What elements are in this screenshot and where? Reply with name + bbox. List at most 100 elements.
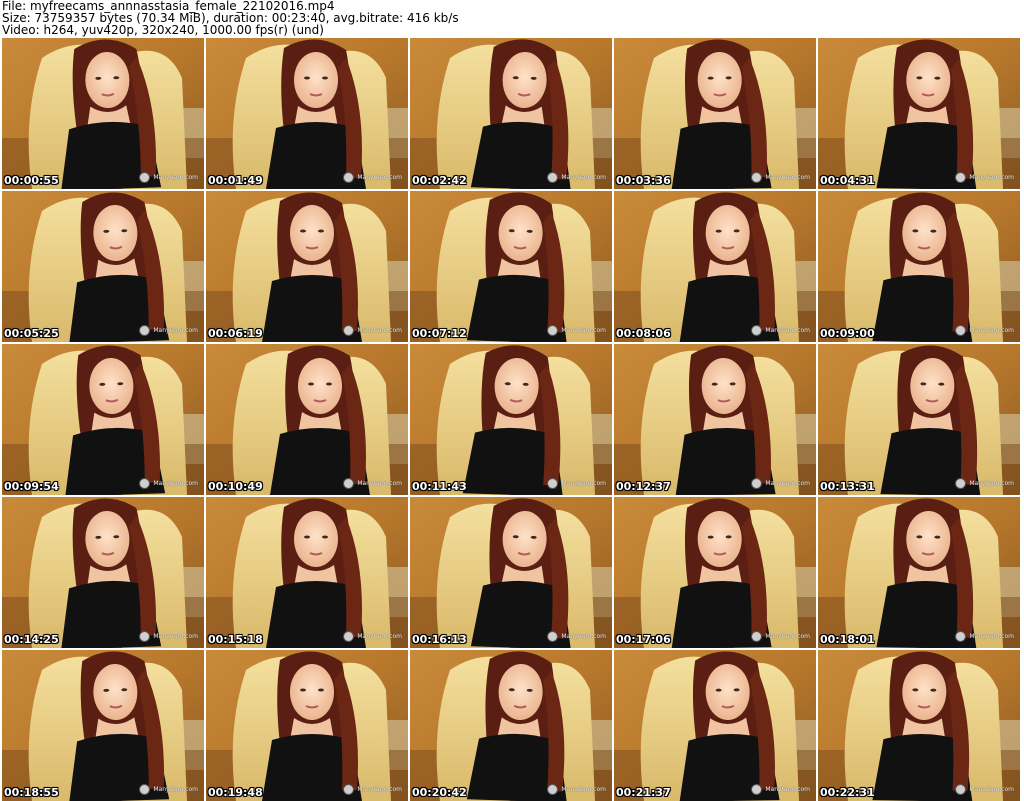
video-thumbnail: ManyCam.com 00:14:25 — [2, 497, 204, 648]
video-thumbnail: ManyCam.com 00:10:49 — [206, 344, 408, 495]
manycam-logo-icon — [343, 784, 355, 795]
video-frame — [614, 38, 816, 189]
video-frame — [2, 344, 204, 495]
watermark-text: ManyCam.com — [357, 480, 402, 487]
thumbnail-timestamp: 00:08:06 — [616, 327, 671, 340]
watermark-text: ManyCam.com — [357, 327, 402, 334]
manycam-logo-icon — [139, 172, 151, 183]
video-frame — [614, 191, 816, 342]
video-thumbnail: ManyCam.com 00:08:06 — [614, 191, 816, 342]
manycam-logo-icon — [547, 631, 559, 642]
watermark: ManyCam.com — [955, 325, 1014, 336]
video-thumbnail: ManyCam.com 00:06:19 — [206, 191, 408, 342]
watermark-text: ManyCam.com — [765, 786, 810, 793]
manycam-logo-icon — [343, 478, 355, 489]
watermark: ManyCam.com — [547, 325, 606, 336]
video-thumbnail: ManyCam.com 00:20:42 — [410, 650, 612, 801]
thumbnail-timestamp: 00:04:31 — [820, 174, 875, 187]
video-frame — [818, 344, 1020, 495]
watermark-text: ManyCam.com — [765, 174, 810, 181]
video-thumbnail: ManyCam.com 00:05:25 — [2, 191, 204, 342]
thumbnail-timestamp: 00:09:00 — [820, 327, 875, 340]
watermark: ManyCam.com — [343, 172, 402, 183]
video-frame — [614, 344, 816, 495]
thumbnail-timestamp: 00:12:37 — [616, 480, 671, 493]
watermark: ManyCam.com — [955, 631, 1014, 642]
watermark: ManyCam.com — [955, 172, 1014, 183]
watermark: ManyCam.com — [751, 784, 810, 795]
thumbnail-timestamp: 00:09:54 — [4, 480, 59, 493]
thumbnail-timestamp: 00:02:42 — [412, 174, 467, 187]
watermark: ManyCam.com — [139, 325, 198, 336]
video-frame — [206, 344, 408, 495]
video-info-line: Video: h264, yuv420p, 320x240, 1000.00 f… — [2, 23, 324, 37]
watermark-text: ManyCam.com — [153, 327, 198, 334]
manycam-logo-icon — [139, 784, 151, 795]
watermark: ManyCam.com — [955, 478, 1014, 489]
watermark-text: ManyCam.com — [153, 786, 198, 793]
watermark-text: ManyCam.com — [561, 633, 606, 640]
watermark-text: ManyCam.com — [765, 327, 810, 334]
watermark: ManyCam.com — [343, 325, 402, 336]
manycam-logo-icon — [751, 784, 763, 795]
thumbnail-timestamp: 00:14:25 — [4, 633, 59, 646]
manycam-logo-icon — [547, 784, 559, 795]
watermark-text: ManyCam.com — [969, 786, 1014, 793]
video-thumbnail: ManyCam.com 00:12:37 — [614, 344, 816, 495]
manycam-logo-icon — [751, 172, 763, 183]
manycam-logo-icon — [547, 478, 559, 489]
manycam-logo-icon — [955, 784, 967, 795]
thumbnail-grid: ManyCam.com 00:00:55 ManyCam.com 00:01:4… — [2, 38, 1022, 801]
thumbnail-timestamp: 00:17:06 — [616, 633, 671, 646]
watermark: ManyCam.com — [547, 631, 606, 642]
video-frame — [410, 38, 612, 189]
watermark: ManyCam.com — [139, 172, 198, 183]
manycam-logo-icon — [547, 172, 559, 183]
thumbnail-timestamp: 00:16:13 — [412, 633, 467, 646]
manycam-logo-icon — [751, 325, 763, 336]
watermark-text: ManyCam.com — [969, 174, 1014, 181]
video-thumbnail: ManyCam.com 00:18:55 — [2, 650, 204, 801]
video-frame — [410, 497, 612, 648]
video-frame — [206, 650, 408, 801]
video-frame — [818, 38, 1020, 189]
video-thumbnail: ManyCam.com 00:01:49 — [206, 38, 408, 189]
video-thumbnail: ManyCam.com 00:00:55 — [2, 38, 204, 189]
watermark: ManyCam.com — [955, 784, 1014, 795]
watermark-text: ManyCam.com — [561, 327, 606, 334]
manycam-logo-icon — [139, 631, 151, 642]
video-thumbnail: ManyCam.com 00:03:36 — [614, 38, 816, 189]
video-frame — [410, 650, 612, 801]
video-frame — [206, 38, 408, 189]
watermark-text: ManyCam.com — [969, 633, 1014, 640]
watermark-text: ManyCam.com — [357, 786, 402, 793]
manycam-logo-icon — [343, 172, 355, 183]
watermark: ManyCam.com — [139, 631, 198, 642]
video-thumbnail: ManyCam.com 00:07:12 — [410, 191, 612, 342]
thumbnail-timestamp: 00:05:25 — [4, 327, 59, 340]
watermark-text: ManyCam.com — [969, 327, 1014, 334]
watermark-text: ManyCam.com — [153, 633, 198, 640]
thumbnail-timestamp: 00:00:55 — [4, 174, 59, 187]
video-thumbnail: ManyCam.com 00:09:00 — [818, 191, 1020, 342]
watermark-text: ManyCam.com — [561, 786, 606, 793]
video-thumbnail: ManyCam.com 00:19:48 — [206, 650, 408, 801]
video-frame — [614, 497, 816, 648]
thumbnail-timestamp: 00:11:43 — [412, 480, 467, 493]
watermark: ManyCam.com — [343, 784, 402, 795]
video-frame — [2, 497, 204, 648]
video-frame — [206, 191, 408, 342]
manycam-logo-icon — [751, 631, 763, 642]
manycam-logo-icon — [955, 325, 967, 336]
thumbnail-timestamp: 00:19:48 — [208, 786, 263, 799]
video-thumbnail: ManyCam.com 00:15:18 — [206, 497, 408, 648]
thumbnail-timestamp: 00:21:37 — [616, 786, 671, 799]
manycam-logo-icon — [751, 478, 763, 489]
watermark-text: ManyCam.com — [153, 480, 198, 487]
watermark: ManyCam.com — [751, 478, 810, 489]
manycam-logo-icon — [955, 172, 967, 183]
watermark: ManyCam.com — [547, 784, 606, 795]
watermark: ManyCam.com — [547, 172, 606, 183]
video-frame — [2, 650, 204, 801]
thumbnail-timestamp: 00:07:12 — [412, 327, 467, 340]
